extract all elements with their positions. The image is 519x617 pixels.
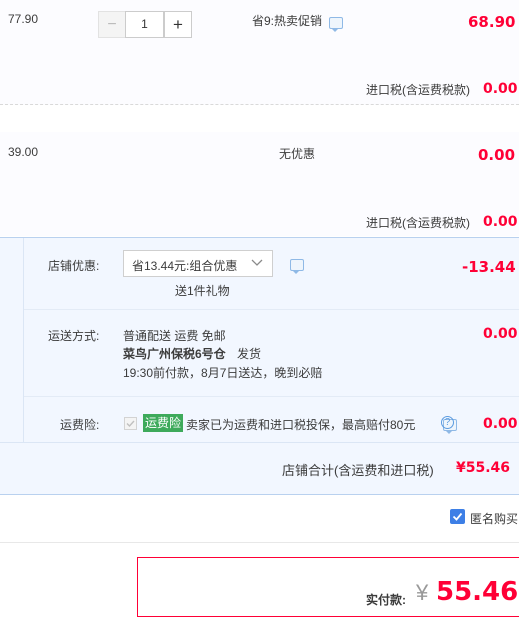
tax-label: 进口税(含运费税款) (366, 216, 470, 230)
ship-text: 发货 (237, 347, 262, 361)
insurance-text: 卖家已为运费和进口税投保，最高赔付80元 (186, 418, 416, 432)
pay-box: 实付款: ¥ 55.46 (137, 557, 519, 617)
insurance-label: 运费险: (60, 418, 100, 432)
delivery-warehouse: 菜鸟广州保税6号仓 发货 (123, 345, 261, 362)
delivery-value: 0.00 (483, 326, 518, 342)
increase-button[interactable]: + (164, 11, 192, 38)
help-icon[interactable]: ? (441, 416, 454, 429)
delivery-label: 运送方式: (48, 329, 100, 343)
shop-inner-border (23, 238, 24, 442)
pay-label: 实付款: (366, 593, 406, 607)
quantity-stepper: − 1 + (98, 11, 194, 38)
anonymous-checkbox[interactable] (450, 509, 465, 524)
insurance-value: 0.00 (483, 416, 518, 432)
delivery-method: 普通配送 运费 免邮 (123, 329, 226, 343)
pay-currency: ¥ (416, 580, 429, 605)
message-bubble-icon[interactable] (329, 17, 343, 32)
tax-value: 0.00 (483, 81, 518, 97)
item-row-2: 39.00 无优惠 0.00 进口税(含运费税款) 0.00 (0, 132, 519, 236)
anonymous-label[interactable]: 匿名购买 (470, 510, 518, 527)
discount-select[interactable]: 省13.44元:组合优惠 (123, 250, 273, 277)
unit-price: 77.90 (8, 12, 39, 26)
decrease-button[interactable]: − (98, 11, 126, 38)
subtotal-value: ¥55.46 (456, 460, 511, 476)
pay-amount: 55.46 (436, 577, 519, 607)
tax-value: 0.00 (483, 214, 518, 230)
tax-label: 进口税(含运费税款) (366, 83, 470, 97)
subtotal-label: 店铺合计(含运费和进口税) (282, 463, 434, 478)
divider (0, 442, 519, 443)
unit-price: 39.00 (8, 145, 39, 159)
divider (0, 542, 519, 543)
item-total: 68.90 (468, 13, 516, 31)
item-total: 0.00 (478, 146, 516, 164)
chevron-down-icon (251, 257, 263, 271)
warehouse-name: 菜鸟广州保税6号仓 (123, 347, 226, 361)
divider (24, 309, 519, 310)
promo-text: 省9:热卖促销 (252, 14, 323, 28)
discount-label: 店铺优惠: (48, 259, 100, 273)
insurance-tag: 运费险 (143, 414, 184, 432)
message-bubble-icon[interactable] (290, 259, 304, 274)
promo-text: 无优惠 (279, 147, 316, 161)
insurance-checkbox[interactable] (124, 417, 137, 430)
item-row-1: 77.90 − 1 + 省9:热卖促销 68.90 进口税(含运费税款) 0.0… (0, 0, 519, 105)
gift-text: 送1件礼物 (175, 284, 230, 298)
discount-select-value: 省13.44元:组合优惠 (132, 259, 238, 273)
divider (24, 396, 519, 397)
delivery-eta: 19:30前付款，8月7日送达，晚到必赔 (123, 366, 323, 380)
shop-section: 店铺优惠: 省13.44元:组合优惠 送1件礼物 -13.44 运送方式: 普通… (0, 237, 519, 495)
discount-value: -13.44 (462, 258, 516, 276)
quantity-input[interactable]: 1 (125, 11, 164, 38)
